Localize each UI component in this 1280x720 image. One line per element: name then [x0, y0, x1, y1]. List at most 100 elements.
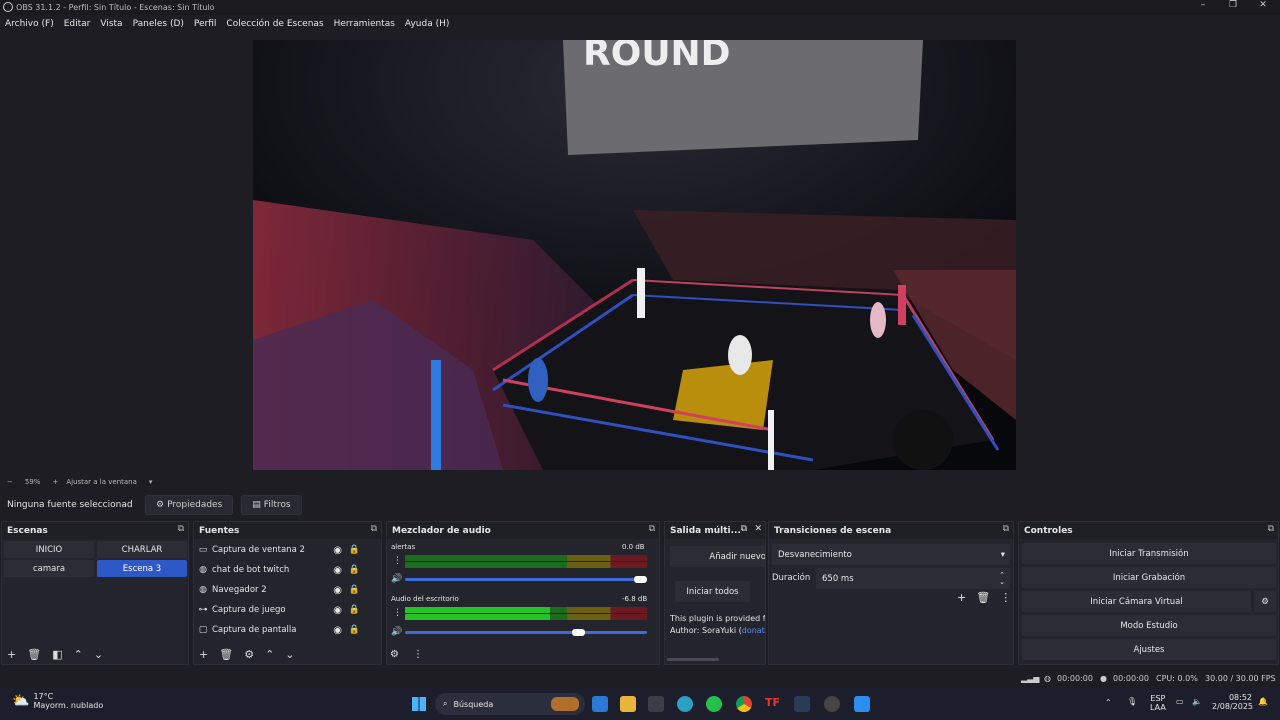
track-menu-icon[interactable]: ⋮ — [393, 608, 402, 618]
weather-widget[interactable]: ⛅ 17°C Mayorm. nublado — [12, 692, 103, 710]
volume-slider-handle[interactable] — [572, 629, 585, 636]
move-up-icon[interactable]: ⌃ — [74, 648, 83, 661]
start-icon[interactable] — [412, 697, 426, 711]
search-box[interactable]: ⌕ Búsqueda — [435, 693, 585, 715]
add-scene-icon[interactable]: + — [7, 648, 16, 661]
track-menu-icon[interactable]: ⋮ — [393, 556, 402, 566]
donate-link[interactable]: donat — [742, 626, 765, 635]
zoom-in-button[interactable]: + — [52, 478, 58, 486]
eye-icon[interactable]: ◉ — [333, 605, 342, 616]
add-new-button[interactable]: Añadir nuevo — [670, 546, 765, 567]
menu-archivo[interactable]: Archivo (F) — [5, 19, 54, 29]
zoom-out-button[interactable]: − — [7, 478, 13, 486]
preview-canvas[interactable]: ROUND — [253, 40, 1016, 470]
mail-app-icon[interactable] — [592, 696, 608, 712]
duration-input[interactable]: 650 ms ⌃ ⌄ — [816, 568, 1010, 589]
undock-icon[interactable]: ⧉ — [1003, 524, 1009, 534]
filters-button[interactable]: ▤ Filtros — [241, 495, 302, 515]
app-icon[interactable] — [854, 696, 870, 712]
eye-icon[interactable]: ◉ — [333, 585, 342, 596]
scene-inicio[interactable]: INICIO — [4, 541, 94, 558]
menu-paneles[interactable]: Paneles (D) — [133, 19, 184, 29]
chrome-icon[interactable] — [736, 696, 752, 712]
close-button[interactable]: ✕ — [1248, 0, 1278, 15]
source-row[interactable]: ▢ Captura de pantalla ◉ 🔒 — [194, 620, 370, 640]
gear-icon[interactable]: ⚙ — [390, 649, 399, 660]
scene-escena-3[interactable]: Escena 3 — [97, 560, 187, 577]
source-row[interactable]: ◍ Navegador 2 ◉ 🔒 — [194, 580, 370, 600]
source-row[interactable]: ▭ Captura de ventana 2 ◉ 🔒 — [194, 540, 370, 560]
speaker-icon[interactable]: 🔊 — [391, 627, 402, 637]
edge-icon[interactable] — [677, 696, 693, 712]
minimize-button[interactable]: – — [1188, 0, 1218, 15]
trash-icon[interactable]: 🗑 — [27, 648, 41, 661]
menu-vista[interactable]: Vista — [100, 19, 122, 29]
move-up-icon[interactable]: ⌃ — [265, 648, 274, 661]
menu-icon[interactable]: ⋮ — [1000, 591, 1011, 604]
source-row[interactable]: ⊶ Captura de juego ◉ 🔒 — [194, 600, 370, 620]
stepper-icon[interactable]: ⌃ ⌄ — [999, 571, 1005, 586]
start-all-button[interactable]: Iniciar todos — [675, 581, 750, 602]
speaker-icon[interactable]: 🔊 — [391, 574, 402, 584]
properties-button[interactable]: ⚙ Propiedades — [145, 495, 234, 515]
scene-charlar[interactable]: CHARLAR — [97, 541, 187, 558]
add-source-icon[interactable]: + — [199, 648, 208, 661]
start-record-button[interactable]: Iniciar Grabación — [1022, 567, 1276, 588]
trash-icon[interactable]: 🗑 — [219, 648, 233, 661]
start-virtual-camera-button[interactable]: Iniciar Cámara Virtual — [1022, 591, 1251, 612]
clock[interactable]: 08:52 2/08/2025 — [1212, 693, 1253, 711]
virtual-camera-settings-button[interactable]: ⚙ — [1254, 591, 1276, 612]
trash-icon[interactable]: 🗑 — [976, 591, 990, 604]
scene-camara[interactable]: camara — [4, 560, 94, 577]
transition-select[interactable]: Desvanecimiento ▾ — [772, 544, 1010, 565]
menu-herramientas[interactable]: Herramientas — [334, 19, 395, 29]
store-icon[interactable] — [648, 696, 664, 712]
maximize-button[interactable]: ❐ — [1218, 0, 1248, 15]
folder-icon[interactable] — [620, 696, 636, 712]
language-indicator[interactable]: ESP LAA — [1150, 694, 1166, 712]
gear-icon[interactable]: ⚙ — [244, 648, 254, 661]
undock-icon[interactable]: ⧉ — [1268, 524, 1274, 534]
tray-chevron-icon[interactable]: ⌃ — [1105, 698, 1112, 707]
start-stream-button[interactable]: Iniciar Transmisión — [1022, 543, 1276, 564]
eye-icon[interactable]: ◉ — [333, 545, 342, 556]
lock-icon[interactable]: 🔒 — [349, 625, 360, 635]
undock-icon[interactable]: ⧉ — [178, 524, 184, 534]
notification-bell-icon[interactable]: 🔔 — [1258, 697, 1268, 706]
lock-icon[interactable]: 🔒 — [349, 545, 360, 555]
add-icon[interactable]: + — [957, 591, 966, 604]
menu-icon[interactable]: ⋮ — [413, 649, 423, 660]
menu-editar[interactable]: Editar — [64, 19, 91, 29]
eye-icon[interactable]: ◉ — [333, 565, 342, 576]
studio-mode-button[interactable]: Modo Estudio — [1022, 615, 1276, 636]
scrollbar[interactable] — [667, 658, 719, 661]
undock-icon[interactable]: ⧉ — [649, 524, 655, 534]
filter-icon[interactable]: ◧ — [52, 648, 62, 661]
settings-button[interactable]: Ajustes — [1022, 639, 1276, 660]
steam-icon[interactable] — [794, 696, 810, 712]
volume-slider[interactable] — [405, 578, 647, 581]
microphone-icon[interactable]: 🎙 — [1127, 697, 1137, 706]
undock-icon[interactable]: ⧉ — [741, 524, 747, 534]
lock-icon[interactable]: 🔒 — [349, 585, 360, 595]
volume-slider-handle[interactable] — [634, 576, 647, 583]
network-icon[interactable]: ▭ — [1176, 697, 1184, 706]
volume-slider[interactable] — [405, 631, 647, 634]
source-row[interactable]: ◍ chat de bot twitch ◉ 🔒 — [194, 560, 370, 580]
obs-icon[interactable] — [824, 696, 840, 712]
undock-icon[interactable]: ⧉ — [371, 524, 377, 534]
menu-perfil[interactable]: Perfil — [194, 19, 217, 29]
close-icon[interactable]: ✕ — [754, 524, 762, 534]
menu-coleccion[interactable]: Colección de Escenas — [226, 19, 323, 29]
zoom-dropdown-icon[interactable]: ▾ — [149, 478, 153, 486]
controls-dock: Controles ⧉ Iniciar Transmisión Iniciar … — [1018, 521, 1279, 665]
lock-icon[interactable]: 🔒 — [349, 565, 360, 575]
lock-icon[interactable]: 🔒 — [349, 605, 360, 615]
move-down-icon[interactable]: ⌄ — [285, 648, 294, 661]
volume-icon[interactable]: 🔈 — [1192, 697, 1202, 706]
move-down-icon[interactable]: ⌄ — [94, 648, 103, 661]
eye-icon[interactable]: ◉ — [333, 625, 342, 636]
whatsapp-icon[interactable] — [706, 696, 722, 712]
tf-app-icon[interactable]: TF — [765, 696, 781, 712]
menu-ayuda[interactable]: Ayuda (H) — [405, 19, 449, 29]
